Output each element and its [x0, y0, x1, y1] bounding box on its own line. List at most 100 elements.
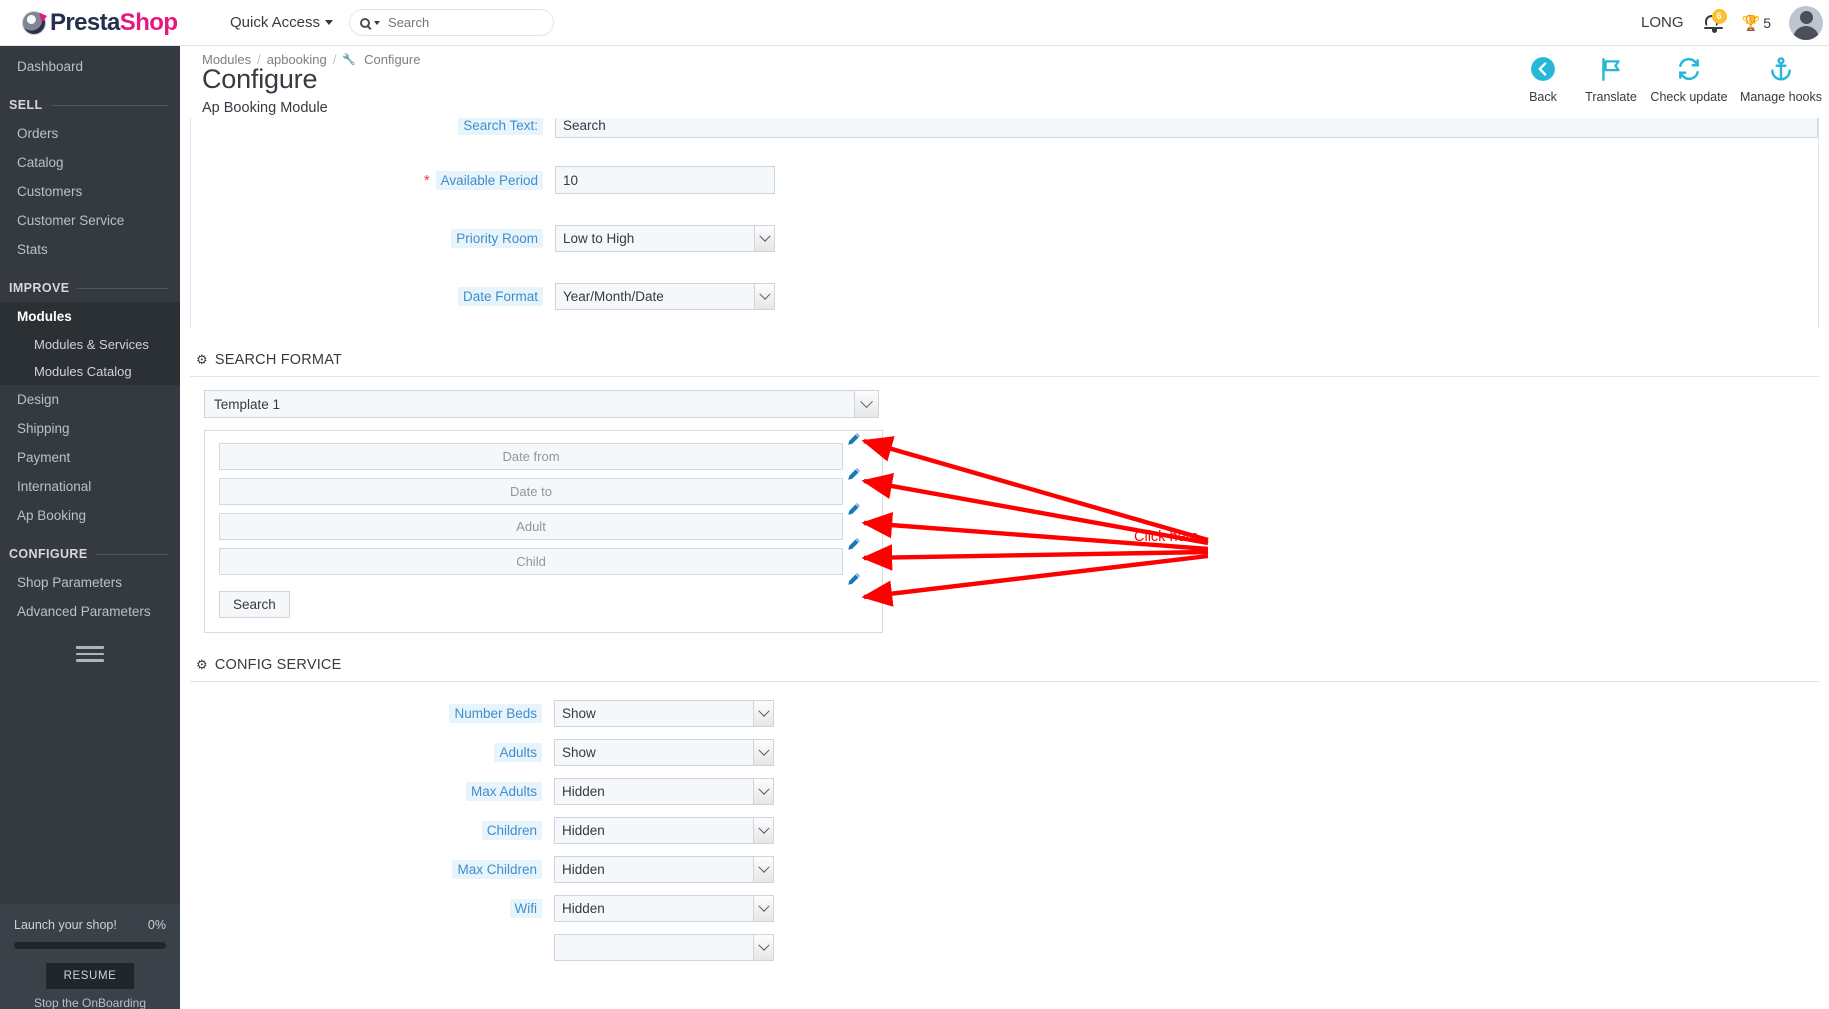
- pencil-icon[interactable]: [846, 502, 861, 517]
- sidebar-section-sell: SELL: [0, 91, 180, 119]
- form-row-adults: Adults Show: [190, 733, 1819, 772]
- onboarding-percent: 0%: [147, 918, 166, 932]
- select-partial-next[interactable]: [554, 934, 774, 961]
- select-number-beds[interactable]: Show: [554, 700, 774, 727]
- sidebar-item-shipping[interactable]: Shipping: [0, 414, 180, 443]
- onboarding-stop-link[interactable]: Stop the OnBoarding: [14, 996, 166, 1009]
- label-max-adults: Max Adults: [465, 782, 542, 801]
- preview-search-button[interactable]: Search: [219, 591, 290, 618]
- avatar[interactable]: [1789, 5, 1823, 40]
- hamburger-menu-icon[interactable]: [76, 644, 104, 664]
- input-available-period[interactable]: [555, 166, 775, 194]
- sidebar-item-shop-parameters[interactable]: Shop Parameters: [0, 568, 180, 597]
- employee-name: LONG: [1641, 14, 1684, 31]
- form-label-group: Max Adults: [190, 782, 542, 801]
- search-input[interactable]: [388, 15, 539, 30]
- translate-button[interactable]: Translate: [1577, 54, 1645, 104]
- check-update-button[interactable]: Check update: [1645, 54, 1733, 104]
- section-header-config-service: ⚙ CONFIG SERVICE: [190, 647, 1819, 682]
- hamburger-bar: [76, 652, 104, 656]
- select-priority-room[interactable]: Low to High: [555, 225, 775, 252]
- preview-field-placeholder: Date to: [510, 484, 552, 499]
- logo-text-shop: Shop: [119, 8, 178, 36]
- select-children[interactable]: Hidden: [554, 817, 774, 844]
- select-wrap-priority-room: Low to High: [555, 225, 775, 252]
- page-content: Search Text: * Available Period Priority…: [180, 118, 1829, 1009]
- input-search-text[interactable]: [555, 118, 1818, 138]
- sidebar-item-catalog[interactable]: Catalog: [0, 148, 180, 177]
- hamburger-bar: [76, 646, 104, 649]
- sidebar-item-modules[interactable]: Modules: [0, 302, 180, 331]
- quick-access-label: Quick Access: [230, 14, 321, 31]
- anchor-icon: [1768, 54, 1794, 84]
- label-priority-room: Priority Room: [451, 229, 543, 248]
- topbar-right-group: LONG 6 🏆 5: [1641, 0, 1829, 46]
- achievements-button[interactable]: 🏆 5: [1742, 14, 1771, 32]
- select-max-adults[interactable]: Hidden: [554, 778, 774, 805]
- select-wifi[interactable]: Hidden: [554, 895, 774, 922]
- select-adults[interactable]: Show: [554, 739, 774, 766]
- prestashop-logo-icon: [22, 10, 46, 35]
- sidebar-item-orders[interactable]: Orders: [0, 119, 180, 148]
- manage-hooks-button[interactable]: Manage hooks: [1733, 54, 1829, 104]
- sidebar-item-label: Design: [17, 392, 60, 407]
- pencil-icon[interactable]: [846, 432, 861, 447]
- sidebar-navigation: Dashboard SELL Orders Catalog Customers …: [0, 46, 180, 1009]
- trophy-icon: 🏆: [1741, 14, 1761, 32]
- preview-field-date-to[interactable]: Date to: [219, 478, 843, 505]
- pencil-icon[interactable]: [846, 467, 861, 482]
- notifications-button[interactable]: 6: [1702, 8, 1727, 35]
- search-scope-chevron-down-icon[interactable]: [374, 20, 381, 25]
- section-title: SEARCH FORMAT: [214, 352, 343, 368]
- sidebar-item-payment[interactable]: Payment: [0, 443, 180, 472]
- select-max-children[interactable]: Hidden: [554, 856, 774, 883]
- annotation-label: Click here: [1134, 529, 1199, 545]
- select-wrap-children: Hidden: [554, 817, 774, 844]
- logo-text-presta: Presta: [50, 8, 120, 36]
- sidebar-item-modules-services[interactable]: Modules & Services: [0, 331, 180, 358]
- sidebar-item-customer-service[interactable]: Customer Service: [0, 206, 180, 235]
- sidebar-item-label: Modules Catalog: [34, 364, 132, 379]
- back-button[interactable]: Back: [1509, 54, 1577, 104]
- form-label-group: Max Children: [190, 860, 542, 879]
- preview-field-date-from[interactable]: Date from: [219, 443, 843, 470]
- form-row-max-children: Max Children Hidden: [190, 850, 1819, 889]
- prestashop-logo[interactable]: PrestaShop: [0, 0, 210, 46]
- select-wrap-max-children: Hidden: [554, 856, 774, 883]
- select-date-format[interactable]: Year/Month/Date: [555, 283, 775, 310]
- page-subtitle: Ap Booking Module: [202, 100, 328, 116]
- onboarding-resume-button[interactable]: RESUME: [45, 963, 135, 989]
- sidebar-item-modules-catalog[interactable]: Modules Catalog: [0, 358, 180, 385]
- flag-icon: [1598, 54, 1624, 84]
- sidebar-item-label: Modules & Services: [34, 337, 149, 352]
- sidebar-item-dashboard[interactable]: Dashboard: [0, 52, 180, 81]
- preview-field-adult[interactable]: Adult: [219, 513, 843, 540]
- sidebar-item-label: Dashboard: [17, 59, 84, 74]
- sidebar-item-label: Orders: [17, 126, 59, 141]
- pencil-icon[interactable]: [846, 572, 861, 587]
- sidebar-item-advanced-parameters[interactable]: Advanced Parameters: [0, 597, 180, 626]
- global-search-box[interactable]: [349, 9, 555, 36]
- sidebar-item-stats[interactable]: Stats: [0, 235, 180, 264]
- page-toolbar: Back Translate Check update Manage hooks: [1509, 54, 1829, 104]
- select-wrap-adults: Show: [554, 739, 774, 766]
- form-row-available-period: * Available Period: [191, 160, 1818, 200]
- sidebar-group-modules: Modules Modules & Services Modules Catal…: [0, 302, 180, 385]
- preview-field-child[interactable]: Child: [219, 548, 843, 575]
- notification-badge: 6: [1711, 8, 1727, 24]
- search-icon: [360, 17, 371, 28]
- form-label-group: Wifi: [190, 899, 542, 918]
- sidebar-item-design[interactable]: Design: [0, 385, 180, 414]
- select-template[interactable]: Template 1: [204, 390, 879, 418]
- quick-access-menu[interactable]: Quick Access: [230, 14, 334, 31]
- sidebar-item-label: Stats: [17, 242, 48, 257]
- divider: [77, 287, 168, 289]
- sidebar-item-international[interactable]: International: [0, 472, 180, 501]
- sidebar-item-ap-booking[interactable]: Ap Booking: [0, 501, 180, 530]
- pencil-icon[interactable]: [846, 537, 861, 552]
- sidebar-section-label: SELL: [9, 98, 43, 112]
- prestashop-logo-text: PrestaShop: [50, 8, 178, 37]
- chevron-down-icon: [325, 20, 334, 25]
- select-wrap-max-adults: Hidden: [554, 778, 774, 805]
- sidebar-item-customers[interactable]: Customers: [0, 177, 180, 206]
